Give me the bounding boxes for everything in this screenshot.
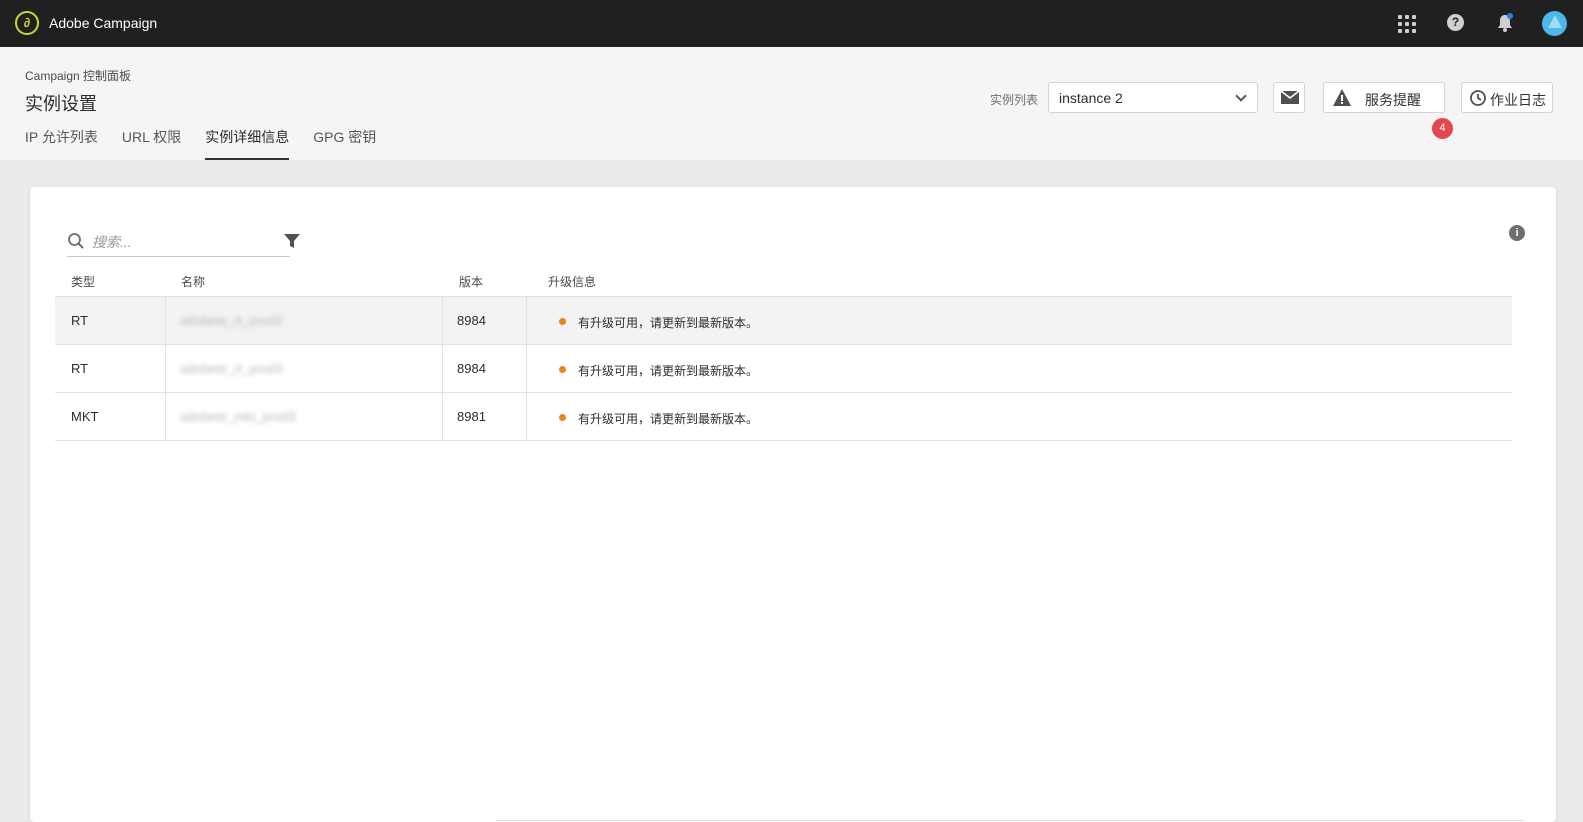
cell-version: 8984 — [457, 361, 486, 376]
instance-select[interactable]: instance 2 — [1048, 82, 1258, 113]
cell-type: MKT — [71, 409, 99, 424]
search-icon — [68, 233, 84, 249]
column-header-version[interactable]: 版本 — [459, 273, 483, 290]
search-input[interactable]: 搜索... — [67, 227, 290, 257]
tab-instance-details[interactable]: 实例详细信息 — [205, 127, 290, 160]
status-dot — [559, 414, 566, 421]
page-header: Campaign 控制面板 实例设置 IP 允许列表 URL 权限 实例详细信息… — [0, 47, 1583, 160]
filter-icon[interactable] — [283, 232, 301, 250]
status-dot — [559, 366, 566, 373]
avatar[interactable] — [1542, 11, 1567, 36]
cell-version: 8981 — [457, 409, 486, 424]
bell-icon[interactable] — [1494, 12, 1516, 34]
email-settings-button[interactable] — [1273, 82, 1305, 113]
chevron-down-icon — [1235, 90, 1247, 102]
service-alerts-button[interactable]: 服务提醒 — [1323, 82, 1445, 113]
top-navigation-bar: ∂ Adobe Campaign ? — [0, 0, 1583, 47]
instance-table: 类型 名称 版本 升级信息 RT adobete_rt_prod2 8984 有… — [55, 265, 1512, 441]
cell-name: adobete_rt_prod3 — [180, 361, 283, 376]
apps-grid-icon[interactable] — [1396, 12, 1418, 34]
cell-name: adobete_mkt_prod3 — [180, 409, 296, 424]
cell-upgrade-info: 有升级可用，请更新到最新版本。 — [578, 364, 759, 378]
job-log-label: 作业日志 — [1490, 92, 1546, 108]
adobe-campaign-logo[interactable]: ∂ — [15, 11, 39, 35]
cell-version: 8984 — [457, 313, 486, 328]
instance-details-card: 搜索... i 类型 名称 版本 升级信息 RT adobete_rt_prod… — [30, 187, 1556, 822]
tab-url-permissions[interactable]: URL 权限 — [122, 127, 181, 160]
cell-upgrade-info: 有升级可用，请更新到最新版本。 — [578, 412, 759, 426]
table-row[interactable]: RT adobete_rt_prod3 8984 有升级可用，请更新到最新版本。 — [55, 345, 1512, 393]
tab-gpg-keys[interactable]: GPG 密钥 — [313, 127, 376, 160]
cell-type: RT — [71, 361, 89, 376]
tab-ip-allowlist[interactable]: IP 允许列表 — [25, 127, 98, 160]
search-placeholder: 搜索... — [92, 234, 132, 250]
column-header-upgrade[interactable]: 升级信息 — [548, 273, 596, 290]
table-row[interactable]: RT adobete_rt_prod2 8984 有升级可用，请更新到最新版本。 — [55, 297, 1512, 345]
column-header-type[interactable]: 类型 — [71, 273, 95, 290]
info-icon[interactable]: i — [1509, 225, 1525, 241]
page-title: 实例设置 — [25, 94, 97, 114]
help-icon[interactable]: ? — [1447, 14, 1464, 31]
app-title[interactable]: Adobe Campaign — [49, 15, 157, 31]
breadcrumb-link[interactable]: Campaign 控制面板 — [25, 69, 131, 83]
table-header: 类型 名称 版本 升级信息 — [55, 265, 1512, 297]
status-dot — [559, 318, 566, 325]
service-alerts-label: 服务提醒 — [1365, 92, 1421, 108]
breadcrumb[interactable]: Campaign 控制面板 — [25, 67, 139, 84]
job-log-button[interactable]: 作业日志 — [1461, 82, 1553, 113]
instance-list-label: 实例列表 — [990, 93, 1039, 107]
cell-upgrade-info: 有升级可用，请更新到最新版本。 — [578, 316, 759, 330]
alert-triangle-icon — [1333, 89, 1351, 106]
mail-icon — [1280, 90, 1300, 104]
divider — [495, 820, 1525, 821]
cell-name: adobete_rt_prod2 — [180, 313, 283, 328]
instance-select-value: instance 2 — [1059, 90, 1123, 106]
cell-type: RT — [71, 313, 89, 328]
table-row[interactable]: MKT adobete_mkt_prod3 8981 有升级可用，请更新到最新版… — [55, 393, 1512, 441]
alerts-count-badge: 4 — [1432, 118, 1453, 139]
tab-bar: IP 允许列表 URL 权限 实例详细信息 GPG 密钥 — [25, 127, 400, 160]
history-clock-icon — [1470, 90, 1486, 106]
column-header-name[interactable]: 名称 — [181, 273, 205, 290]
